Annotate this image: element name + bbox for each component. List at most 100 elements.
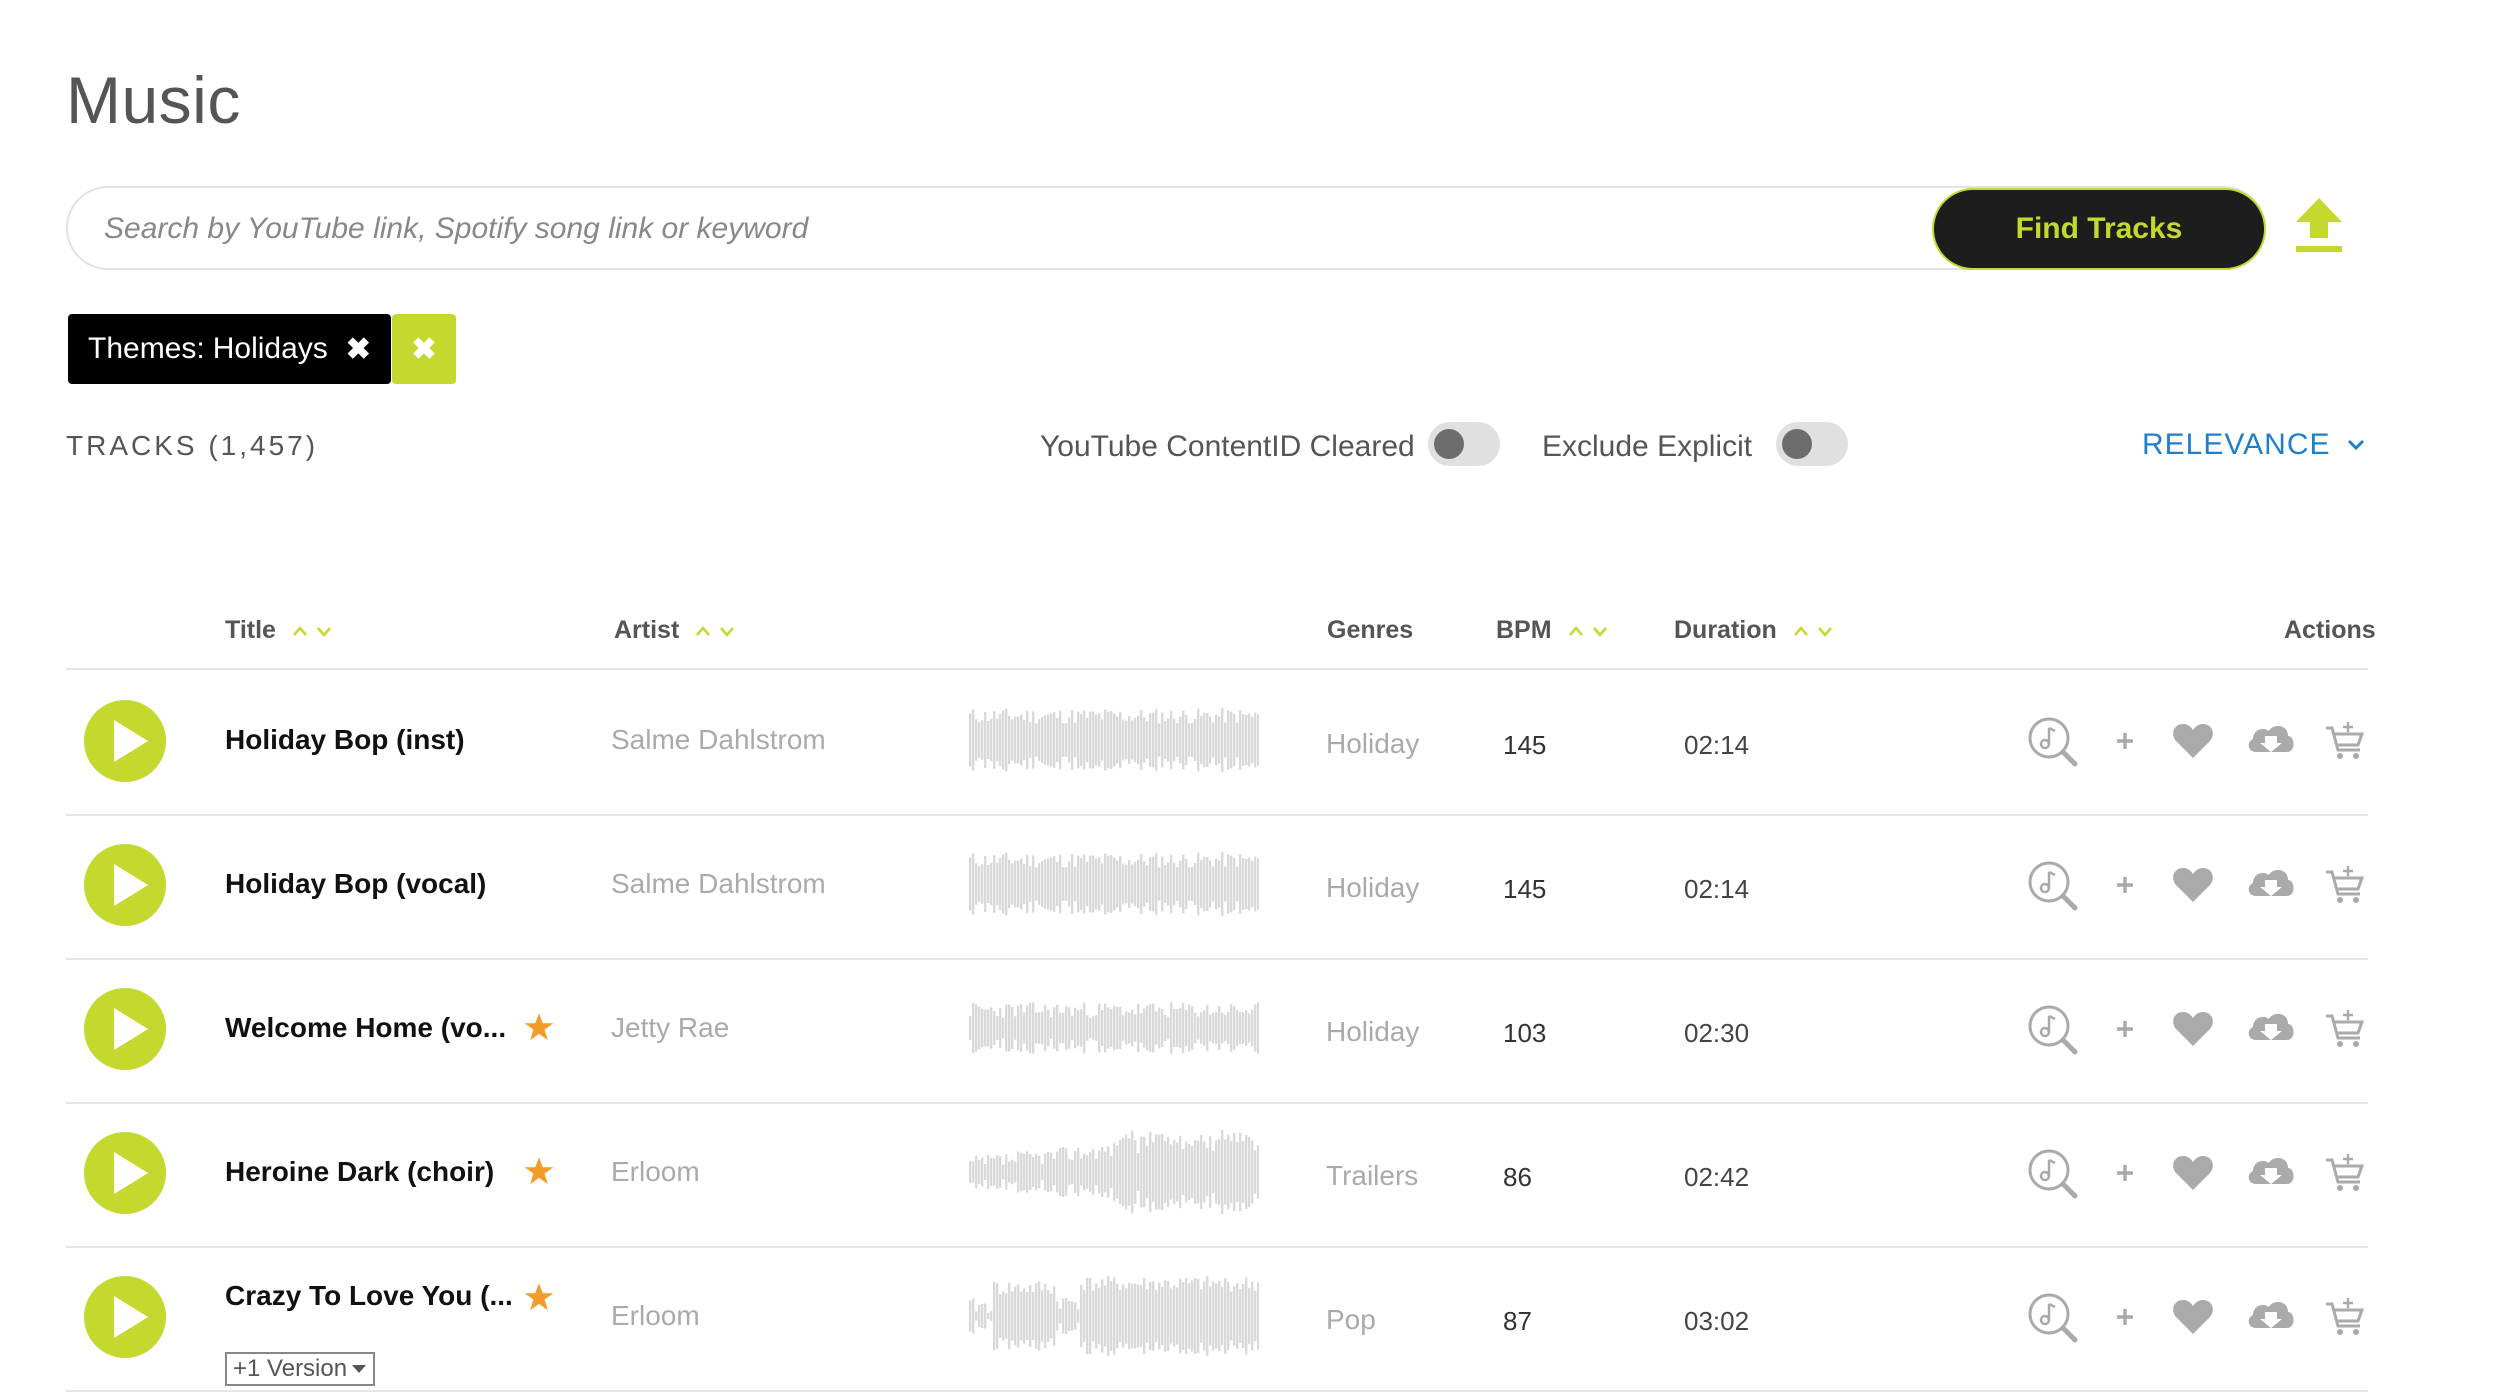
track-row[interactable]: Crazy To Love You (... +1 Version Erloom Po…	[66, 1248, 2368, 1392]
track-artist[interactable]: Erloom	[611, 1300, 700, 1332]
track-artist[interactable]: Salme Dahlstrom	[611, 868, 826, 900]
caret-down-icon	[352, 1365, 367, 1373]
track-genre[interactable]: Holiday	[1326, 728, 1419, 760]
track-artist[interactable]: Salme Dahlstrom	[611, 724, 826, 756]
header-bpm[interactable]: BPM	[1496, 616, 1612, 645]
track-artist[interactable]: Erloom	[611, 1156, 700, 1188]
header-artist-label: Artist	[614, 616, 680, 644]
heart-icon[interactable]	[2166, 714, 2220, 768]
header-genres-label: Genres	[1327, 616, 1414, 644]
track-genre[interactable]: Holiday	[1326, 872, 1419, 904]
track-artist[interactable]: Jetty Rae	[611, 1012, 729, 1044]
plus-icon[interactable]	[2098, 1002, 2152, 1056]
header-duration-label: Duration	[1674, 616, 1777, 644]
tracks-count: TRACKS (1,457)	[66, 430, 319, 461]
toggle-contentid[interactable]	[1428, 422, 1500, 466]
track-row[interactable]: Holiday Bop (inst) Salme Dahlstrom Holiday…	[66, 672, 2368, 816]
plus-icon[interactable]	[2098, 858, 2152, 912]
header-actions: Actions	[2284, 616, 2376, 645]
waveform[interactable]	[969, 698, 1259, 782]
cart-icon[interactable]	[2318, 1290, 2372, 1344]
plus-icon[interactable]	[2098, 1146, 2152, 1200]
track-bpm: 145	[1503, 730, 1547, 760]
track-genre[interactable]: Holiday	[1326, 1016, 1419, 1048]
heart-icon[interactable]	[2166, 858, 2220, 912]
toggle-contentid-label: YouTube ContentID Cleared	[1040, 430, 1415, 463]
cloud-download-icon[interactable]	[2244, 1290, 2298, 1344]
find-tracks-button[interactable]: Find Tracks	[1932, 188, 2266, 270]
star-icon[interactable]	[524, 1282, 554, 1312]
sort-dropdown[interactable]: RELEVANCE	[2142, 428, 2365, 462]
find-similar-icon[interactable]	[2025, 1290, 2079, 1344]
waveform[interactable]	[969, 1130, 1259, 1214]
find-similar-icon[interactable]	[2025, 1146, 2079, 1200]
header-duration[interactable]: Duration	[1674, 616, 1837, 645]
header-artist[interactable]: Artist	[614, 616, 739, 645]
sort-label: RELEVANCE	[2142, 428, 2331, 461]
plus-icon[interactable]	[2098, 1290, 2152, 1344]
waveform[interactable]	[969, 986, 1259, 1070]
version-dropdown[interactable]: +1 Version	[225, 1352, 376, 1386]
upload-icon[interactable]	[2296, 198, 2342, 254]
cloud-download-icon[interactable]	[2244, 1002, 2298, 1056]
find-similar-icon[interactable]	[2025, 714, 2079, 768]
track-title[interactable]: Heroine Dark (choir)	[225, 1156, 494, 1188]
cart-icon[interactable]	[2318, 714, 2372, 768]
track-row[interactable]: Holiday Bop (vocal) Salme Dahlstrom Holida…	[66, 816, 2368, 960]
heart-icon[interactable]	[2166, 1146, 2220, 1200]
track-duration: 02:30	[1684, 1018, 1750, 1048]
play-icon[interactable]	[84, 700, 166, 782]
cloud-download-icon[interactable]	[2244, 714, 2298, 768]
clear-filters-button[interactable]: ✖	[392, 314, 456, 384]
cart-icon[interactable]	[2318, 1002, 2372, 1056]
sort-arrows-icon[interactable]	[695, 623, 739, 639]
header-title-label: Title	[225, 616, 276, 644]
track-row[interactable]: Heroine Dark (choir) Erloom Trailers 86 02:4…	[66, 1104, 2368, 1248]
track-duration: 02:14	[1684, 874, 1750, 904]
filter-chip-value: Holidays	[212, 332, 328, 365]
star-icon[interactable]	[524, 1012, 554, 1042]
track-genre[interactable]: Trailers	[1326, 1160, 1418, 1192]
cloud-download-icon[interactable]	[2244, 1146, 2298, 1200]
toggle-knob	[1434, 429, 1464, 459]
track-duration: 02:14	[1684, 730, 1750, 760]
play-icon[interactable]	[84, 844, 166, 926]
find-similar-icon[interactable]	[2025, 858, 2079, 912]
sort-arrows-icon[interactable]	[292, 623, 336, 639]
heart-icon[interactable]	[2166, 1290, 2220, 1344]
play-icon[interactable]	[84, 1132, 166, 1214]
filter-chip-themes[interactable]: Themes: Holidays ✖	[68, 314, 391, 384]
waveform[interactable]	[969, 842, 1259, 926]
header-actions-label: Actions	[2284, 616, 2376, 644]
track-bpm: 103	[1503, 1018, 1547, 1048]
sort-arrows-icon[interactable]	[1793, 623, 1837, 639]
header-bpm-label: BPM	[1496, 616, 1552, 644]
close-icon[interactable]: ✖	[346, 332, 371, 367]
header-title[interactable]: Title	[225, 616, 336, 645]
track-title[interactable]: Holiday Bop (inst)	[225, 724, 465, 756]
waveform[interactable]	[969, 1274, 1259, 1358]
header-genres: Genres	[1327, 616, 1413, 645]
track-genre[interactable]: Pop	[1326, 1304, 1376, 1336]
toggle-explicit-label: Exclude Explicit	[1542, 430, 1753, 463]
track-bpm: 87	[1503, 1306, 1532, 1336]
track-row[interactable]: Welcome Home (vo... Jetty Rae Holiday 103 02…	[66, 960, 2368, 1104]
play-icon[interactable]	[84, 1276, 166, 1358]
play-icon[interactable]	[84, 988, 166, 1070]
cloud-download-icon[interactable]	[2244, 858, 2298, 912]
toggle-explicit[interactable]	[1776, 422, 1848, 466]
sort-arrows-icon[interactable]	[1568, 623, 1612, 639]
table-header: Title Artist Genres BPM Duration Actions	[66, 610, 2376, 670]
plus-icon[interactable]	[2098, 714, 2152, 768]
search-input[interactable]	[104, 204, 1924, 254]
track-title[interactable]: Holiday Bop (vocal)	[225, 868, 486, 900]
heart-icon[interactable]	[2166, 1002, 2220, 1056]
cart-icon[interactable]	[2318, 1146, 2372, 1200]
track-bpm: 86	[1503, 1162, 1532, 1192]
star-icon[interactable]	[524, 1156, 554, 1186]
track-title[interactable]: Welcome Home (vo...	[225, 1012, 506, 1044]
find-similar-icon[interactable]	[2025, 1002, 2079, 1056]
track-title[interactable]: Crazy To Love You (...	[225, 1280, 513, 1312]
track-duration: 02:42	[1684, 1162, 1750, 1192]
cart-icon[interactable]	[2318, 858, 2372, 912]
